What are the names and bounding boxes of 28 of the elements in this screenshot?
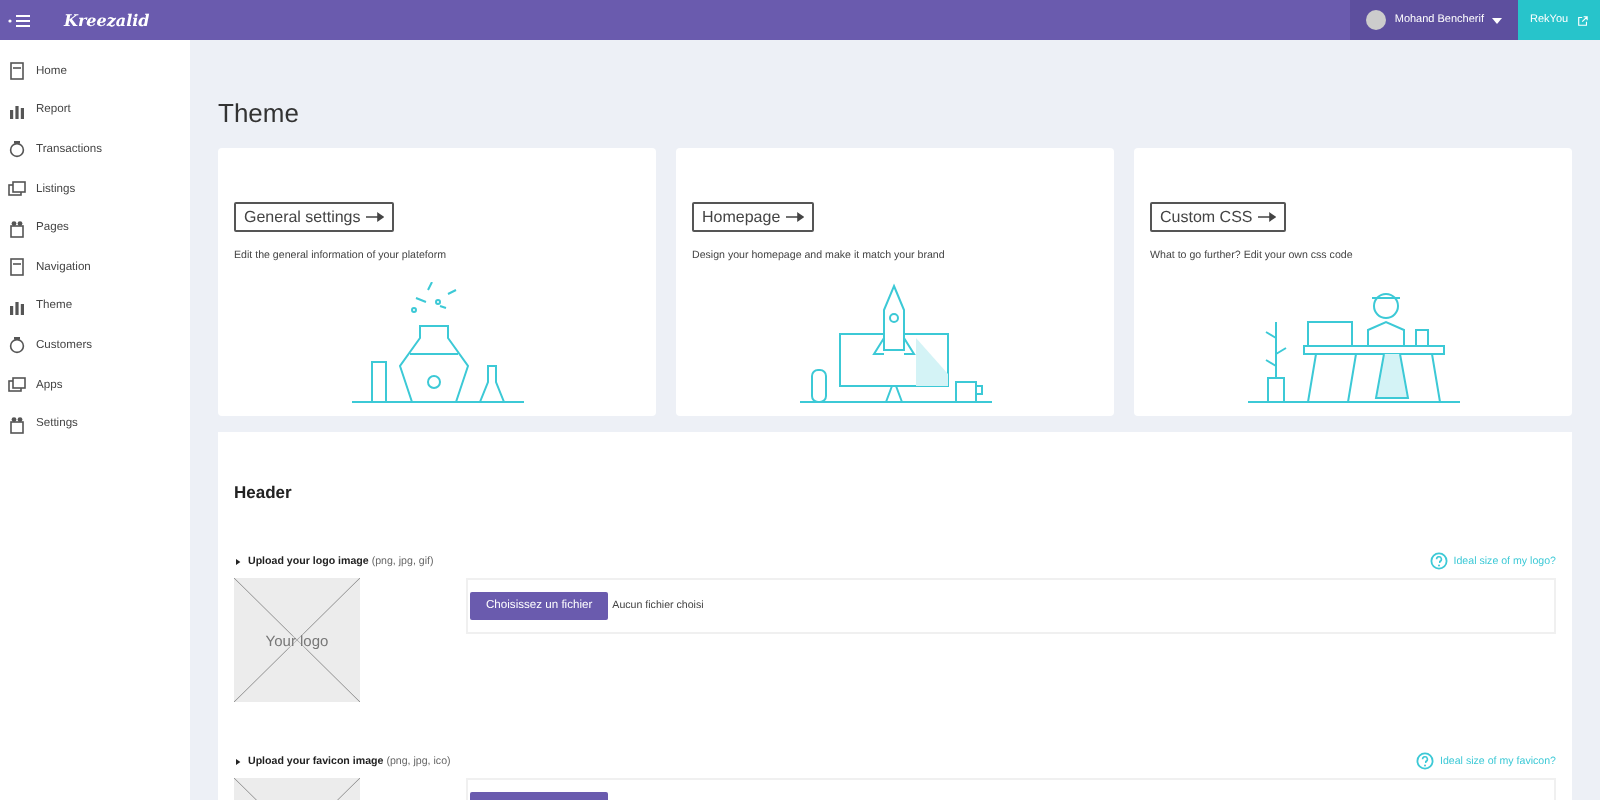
nav-icon — [8, 258, 26, 277]
nav-icon — [8, 219, 26, 238]
help-icon — [1416, 752, 1434, 770]
nav-icon — [8, 336, 26, 355]
caret-right-icon — [234, 557, 242, 565]
brand-logo[interactable]: Kreezalid — [64, 10, 150, 30]
card-link-button[interactable]: Custom CSS — [1150, 202, 1287, 232]
nav-icon — [8, 297, 26, 316]
help-icon — [1429, 552, 1448, 570]
external-link-icon — [1578, 13, 1588, 27]
nav-icon — [8, 101, 26, 120]
arrow-right-icon — [786, 212, 805, 222]
card-link-button[interactable]: Homepage — [692, 202, 815, 232]
nav-icon — [8, 62, 26, 81]
menu-icon — [8, 13, 32, 27]
nav-icon — [8, 415, 26, 434]
card-link-button[interactable]: General settings — [234, 202, 395, 232]
nav-icon — [8, 180, 26, 199]
arrow-right-icon — [1258, 212, 1277, 222]
arrow-right-icon — [366, 212, 385, 222]
caret-icon — [1492, 17, 1502, 23]
page-title: Theme — [218, 98, 301, 128]
avatar-icon — [1366, 10, 1387, 30]
caret-right-icon — [234, 757, 242, 765]
section-title: Header — [234, 482, 294, 502]
nav-icon — [8, 140, 26, 159]
menu-toggle-button[interactable] — [8, 13, 32, 27]
nav-icon — [8, 376, 26, 395]
